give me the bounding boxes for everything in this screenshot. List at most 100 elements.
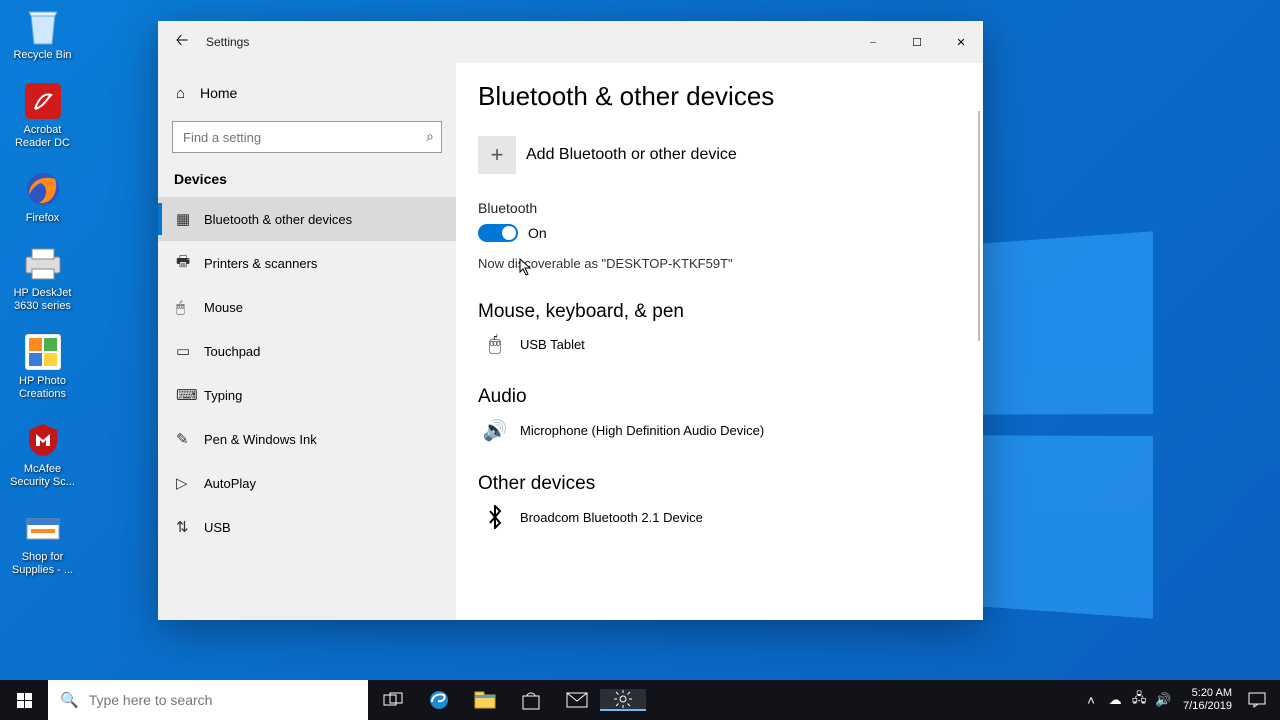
section-other-heading: Other devices: [478, 473, 983, 495]
desktop-icon-recycle-bin[interactable]: Recycle Bin: [5, 5, 80, 62]
mcafee-icon: [22, 419, 64, 461]
tray-clock[interactable]: 5:20 AM 7/16/2019: [1175, 687, 1240, 713]
back-button[interactable]: 🡠: [158, 29, 206, 56]
sidebar-item-label: Bluetooth & other devices: [204, 212, 352, 227]
sidebar-item-typing[interactable]: ⌨ Typing: [158, 373, 456, 417]
desktop-icon-label: Shop for Supplies - ...: [5, 551, 80, 577]
sidebar-item-usb[interactable]: ⇅ USB: [158, 505, 456, 549]
device-usb-tablet[interactable]: 🖱 USB Tablet: [478, 333, 983, 356]
settings-window: 🡠 Settings – ☐ ✕ ⌂ Home ⌕ Devices ▦ Blue…: [158, 21, 983, 620]
desktop-icon-acrobat[interactable]: Acrobat Reader DC: [5, 80, 80, 150]
taskbar-app-edge[interactable]: [416, 689, 462, 711]
mouse-icon: 🖱: [176, 299, 204, 316]
sidebar-item-mouse[interactable]: 🖱 Mouse: [158, 285, 456, 329]
section-audio-heading: Audio: [478, 386, 983, 408]
sidebar: ⌂ Home ⌕ Devices ▦ Bluetooth & other dev…: [158, 63, 456, 620]
desktop-icon-label: McAfee Security Sc...: [5, 463, 80, 489]
sidebar-item-label: Touchpad: [204, 344, 260, 359]
maximize-button[interactable]: ☐: [895, 27, 939, 57]
shop-icon: [22, 507, 64, 549]
tray-time: 5:20 AM: [1183, 687, 1232, 700]
sidebar-home-label: Home: [200, 85, 237, 101]
titlebar: 🡠 Settings – ☐ ✕: [158, 21, 983, 63]
autoplay-icon: ▷: [176, 474, 204, 492]
windows-icon: [17, 693, 32, 708]
search-box: ⌕: [172, 121, 442, 153]
device-label: Broadcom Bluetooth 2.1 Device: [520, 510, 703, 525]
device-microphone[interactable]: 🔊 Microphone (High Definition Audio Devi…: [478, 418, 983, 443]
desktop-icon-label: HP DeskJet 3630 series: [5, 287, 80, 313]
desktop-icon-grid: Recycle Bin Acrobat Reader DC Firefox HP…: [5, 5, 85, 595]
sidebar-item-label: USB: [204, 520, 231, 535]
taskbar-app-explorer[interactable]: [462, 691, 508, 709]
bluetooth-icon: [478, 505, 512, 529]
printers-icon: 🖶: [176, 251, 204, 276]
sidebar-item-printers[interactable]: 🖶 Printers & scanners: [158, 241, 456, 285]
home-icon: ⌂: [176, 85, 200, 102]
sidebar-item-pen[interactable]: ✎ Pen & Windows Ink: [158, 417, 456, 461]
usb-icon: ⇅: [176, 518, 204, 536]
add-device-label: Add Bluetooth or other device: [526, 146, 737, 164]
desktop-icon-label: Recycle Bin: [5, 49, 80, 62]
sidebar-item-label: AutoPlay: [204, 476, 256, 491]
acrobat-icon: [22, 80, 64, 122]
firefox-icon: [22, 168, 64, 210]
sidebar-home[interactable]: ⌂ Home: [158, 73, 456, 113]
tray-onedrive-icon[interactable]: ☁: [1103, 692, 1127, 708]
hp-photo-icon: [22, 331, 64, 373]
sidebar-item-autoplay[interactable]: ▷ AutoPlay: [158, 461, 456, 505]
close-button[interactable]: ✕: [939, 27, 983, 57]
sidebar-section-title: Devices: [158, 165, 456, 197]
desktop-icon-shop-supplies[interactable]: Shop for Supplies - ...: [5, 507, 80, 577]
system-tray: ˄ ☁ 🖧 🔊 5:20 AM 7/16/2019: [1079, 680, 1280, 720]
tray-network-icon[interactable]: 🖧: [1127, 689, 1151, 711]
pen-icon: ✎: [176, 430, 204, 448]
page-title: Bluetooth & other devices: [478, 81, 983, 112]
tray-overflow-icon[interactable]: ˄: [1079, 693, 1103, 708]
taskbar: 🔍 Type here to search ˄ ☁ 🖧 🔊 5:20 AM 7/…: [0, 680, 1280, 720]
sidebar-item-touchpad[interactable]: ▭ Touchpad: [158, 329, 456, 373]
taskbar-app-settings[interactable]: [600, 689, 646, 711]
speaker-icon: 🔊: [478, 418, 512, 443]
minimize-button[interactable]: –: [851, 27, 895, 57]
touchpad-icon: ▭: [176, 342, 204, 360]
section-mouse-heading: Mouse, keyboard, & pen: [478, 301, 983, 323]
task-view-button[interactable]: [370, 692, 416, 708]
sidebar-item-label: Mouse: [204, 300, 243, 315]
desktop-icon-mcafee[interactable]: McAfee Security Sc...: [5, 419, 80, 489]
taskbar-app-mail[interactable]: [554, 692, 600, 708]
scrollbar-thumb[interactable]: [978, 111, 980, 341]
tray-volume-icon[interactable]: 🔊: [1151, 692, 1175, 708]
taskbar-search-placeholder: Type here to search: [89, 692, 213, 708]
taskbar-search[interactable]: 🔍 Type here to search: [48, 680, 368, 720]
search-icon: 🔍: [60, 691, 79, 709]
tray-date: 7/16/2019: [1183, 700, 1232, 713]
add-device-button[interactable]: + Add Bluetooth or other device: [478, 136, 983, 174]
window-title: Settings: [206, 35, 249, 49]
device-broadcom-bluetooth[interactable]: Broadcom Bluetooth 2.1 Device: [478, 505, 983, 529]
discoverable-text: Now discoverable as "DESKTOP-KTKF59T": [478, 256, 983, 271]
sidebar-item-label: Typing: [204, 388, 242, 403]
search-icon: ⌕: [426, 128, 434, 145]
action-center-button[interactable]: [1240, 692, 1274, 708]
desktop-icon-hp-deskjet[interactable]: HP DeskJet 3630 series: [5, 243, 80, 313]
desktop-icon-hp-photo[interactable]: HP Photo Creations: [5, 331, 80, 401]
desktop-icon-label: HP Photo Creations: [5, 375, 80, 401]
bluetooth-devices-icon: ▦: [176, 210, 204, 228]
desktop-icon-firefox[interactable]: Firefox: [5, 168, 80, 225]
taskbar-app-store[interactable]: [508, 690, 554, 710]
search-input[interactable]: [172, 121, 442, 153]
sidebar-item-label: Pen & Windows Ink: [204, 432, 317, 447]
bluetooth-toggle-state: On: [528, 225, 547, 241]
printer-icon: [22, 243, 64, 285]
sidebar-item-bluetooth[interactable]: ▦ Bluetooth & other devices: [158, 197, 456, 241]
device-label: USB Tablet: [520, 337, 585, 352]
start-button[interactable]: [0, 680, 48, 720]
content-area: Bluetooth & other devices + Add Bluetoot…: [456, 63, 983, 620]
recycle-bin-icon: [22, 5, 64, 47]
plus-icon: +: [478, 136, 516, 174]
sidebar-item-label: Printers & scanners: [204, 256, 317, 271]
bluetooth-toggle[interactable]: [478, 224, 518, 242]
device-label: Microphone (High Definition Audio Device…: [520, 423, 764, 438]
desktop-icon-label: Firefox: [5, 212, 80, 225]
